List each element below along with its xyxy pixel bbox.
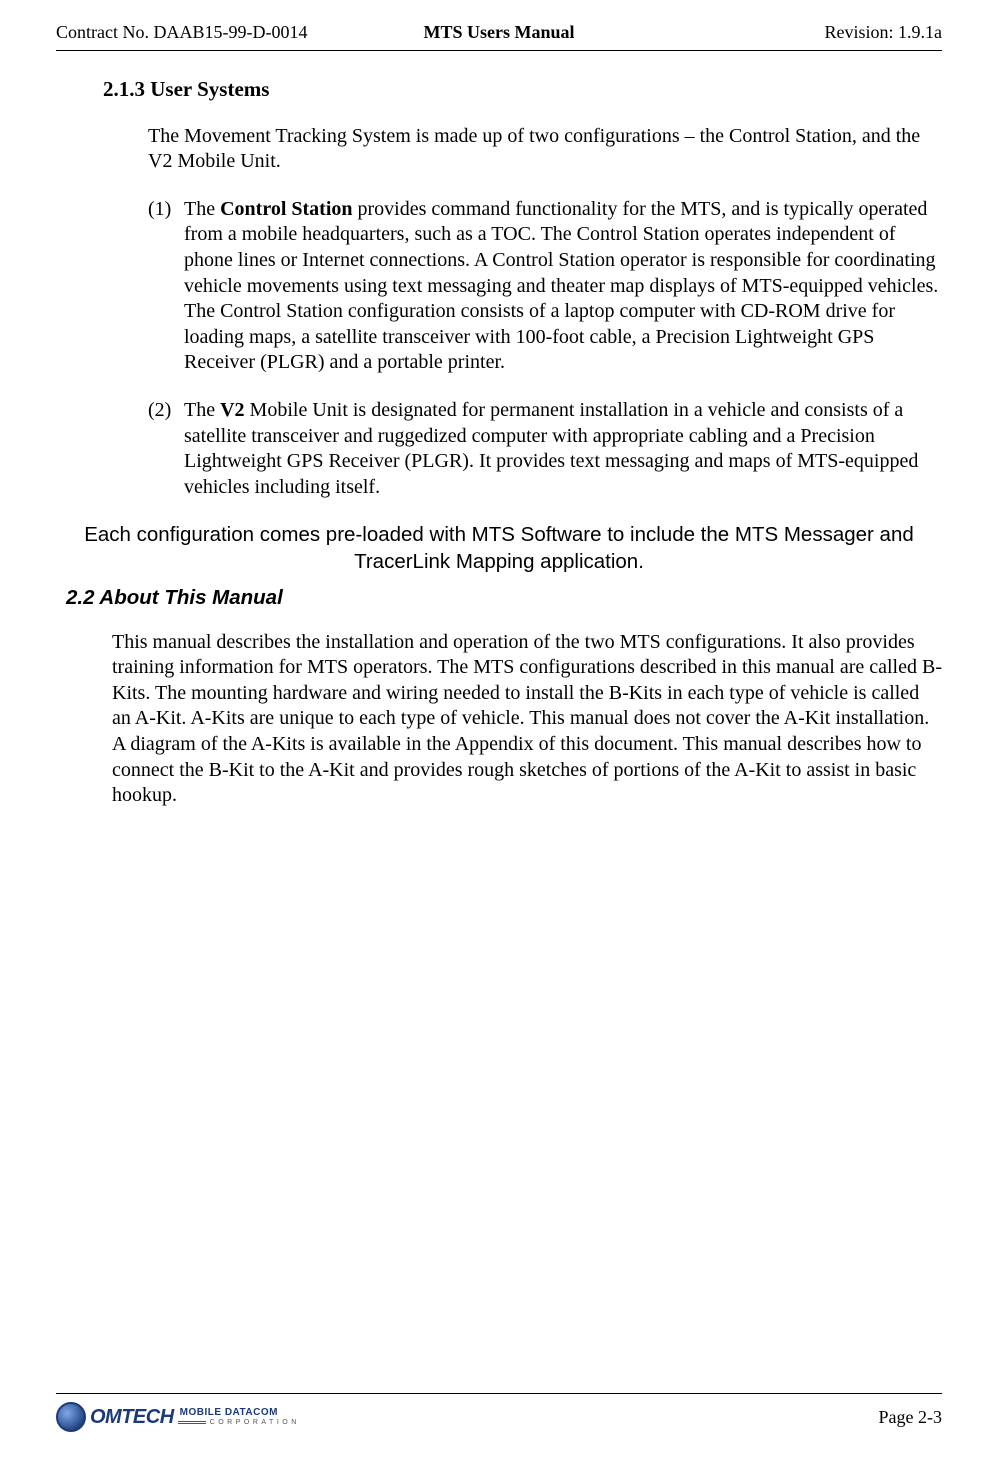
numbered-list: (1) The Control Station provides command… <box>148 197 942 501</box>
section-22-para: This manual describes the installation a… <box>112 630 942 809</box>
page-header: Contract No. DAAB15-99-D-0014 MTS Users … <box>56 22 942 44</box>
logo-sub-text: MOBILE DATACOM <box>180 1408 300 1418</box>
list-item-1: (1) The Control Station provides command… <box>148 197 942 376</box>
company-logo: OMTECH MOBILE DATACOM CORPORATION <box>56 1402 300 1432</box>
list-text: The V2 Mobile Unit is designated for per… <box>184 398 942 500</box>
header-rule <box>56 50 942 51</box>
list-marker: (1) <box>148 197 184 376</box>
config-note: Each configuration comes pre-loaded with… <box>56 522 942 575</box>
list-post-bold: Mobile Unit is designated for permanent … <box>184 399 918 498</box>
logo-main-text: OMTECH <box>90 1409 174 1426</box>
footer-rule <box>56 1393 942 1394</box>
list-pre-bold: The <box>184 399 220 421</box>
list-text: The Control Station provides command fun… <box>184 197 942 376</box>
section-heading-22: 2.2 About This Manual <box>66 586 942 610</box>
section-213-intro: The Movement Tracking System is made up … <box>148 124 942 175</box>
list-bold: V2 <box>220 399 244 421</box>
header-right: Revision: 1.9.1a <box>647 22 942 44</box>
globe-icon <box>56 1402 86 1432</box>
list-pre-bold: The <box>184 198 220 220</box>
header-center: MTS Users Manual <box>351 22 646 44</box>
page-number: Page 2-3 <box>879 1407 942 1428</box>
header-left: Contract No. DAAB15-99-D-0014 <box>56 22 351 44</box>
page-footer: OMTECH MOBILE DATACOM CORPORATION Page 2… <box>56 1393 942 1432</box>
list-marker: (2) <box>148 398 184 500</box>
list-post-bold: provides command functionality for the M… <box>184 198 938 374</box>
logo-corp-text: CORPORATION <box>180 1419 300 1426</box>
list-item-2: (2) The V2 Mobile Unit is designated for… <box>148 398 942 500</box>
list-bold: Control Station <box>220 198 352 220</box>
section-heading-213: 2.1.3 User Systems <box>103 77 942 102</box>
